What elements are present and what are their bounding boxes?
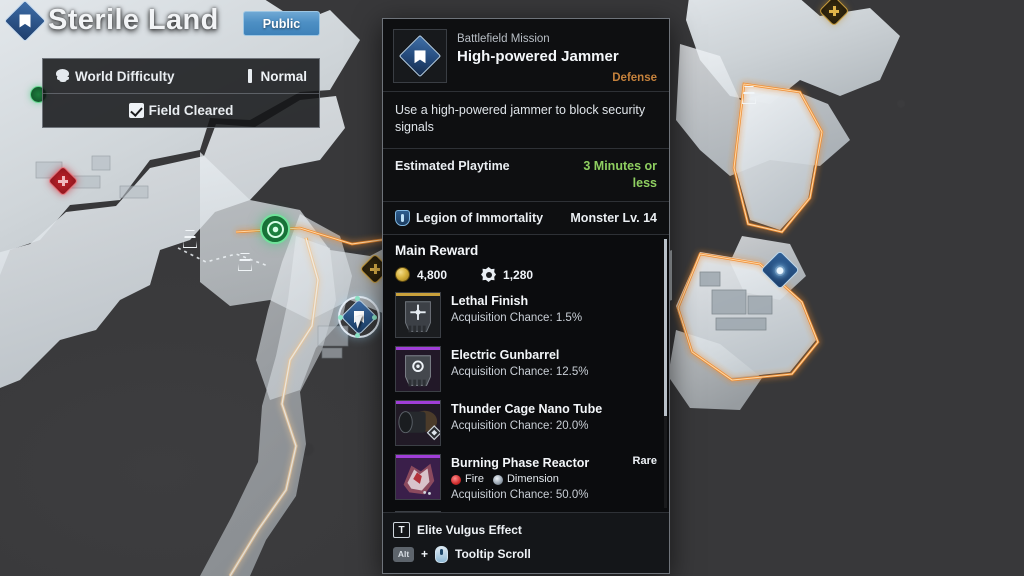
item-chance: Acquisition Chance: 50.0% (451, 489, 589, 501)
reward-item[interactable]: Burning Phase Reactor Rare Fire Dimensio… (395, 454, 657, 503)
item-chance: Acquisition Chance: 1.5% (451, 312, 583, 324)
mission-name: High-powered Jammer (457, 48, 619, 65)
element-fire: Fire (451, 472, 484, 487)
module-card-icon (396, 296, 440, 337)
footer-hint-label: Tooltip Scroll (455, 547, 531, 561)
filter-label: World Difficulty (75, 68, 175, 84)
ring-node (355, 296, 360, 301)
faction-name: Legion of Immortality (416, 211, 544, 225)
currency-rewards: 4,800 1,280 (395, 267, 657, 282)
ring-node (355, 333, 360, 338)
main-reward-title: Main Reward (395, 243, 479, 258)
mission-tooltip-panel[interactable]: Battlefield Mission High-powered Jammer … (382, 18, 670, 574)
tooltip-header: Battlefield Mission High-powered Jammer … (383, 19, 669, 92)
currency-gold: 4,800 (395, 267, 447, 282)
mouse-scroll-icon (435, 545, 449, 563)
mission-type-badge: Defense (612, 72, 657, 84)
module-card-icon (396, 350, 440, 391)
item-rarity-label: Rare (632, 455, 657, 467)
reward-item[interactable] (395, 511, 657, 512)
filter-label: Field Cleared (148, 103, 234, 118)
faction-shield-icon (395, 210, 410, 226)
footer-hint-scroll[interactable]: Alt + Tooltip Scroll (393, 542, 659, 566)
item-icon-frame (395, 346, 441, 392)
nano-tube-icon (396, 404, 440, 445)
mission-kind: Battlefield Mission (457, 33, 550, 45)
element-label: Fire (465, 473, 484, 485)
mission-description: Use a high-powered jammer to block secur… (383, 92, 669, 149)
reward-scroll-area[interactable]: Main Reward 4,800 1,280 Lethal Finish Ac… (383, 235, 669, 512)
faction-row: Legion of Immortality Monster Lv. 14 (383, 202, 669, 235)
footer-hint-label: Elite Vulgus Effect (417, 523, 522, 537)
item-chance: Acquisition Chance: 12.5% (451, 366, 589, 378)
item-name: Thunder Cage Nano Tube (451, 402, 603, 416)
element-dimension: Dimension (492, 472, 559, 487)
playtime-value: 3 Minutes or less (583, 159, 657, 190)
map-header: Sterile Land (3, 0, 219, 42)
reward-item[interactable]: Lethal Finish Acquisition Chance: 1.5% (395, 292, 657, 338)
key-t-icon: T (393, 522, 410, 538)
filter-field-cleared[interactable]: Field Cleared (43, 93, 319, 127)
ring-node (372, 315, 377, 320)
filter-value: Normal (260, 68, 307, 84)
filter-world-difficulty[interactable]: World Difficulty Normal (43, 59, 319, 93)
item-icon-frame (395, 454, 441, 500)
currency-xp: 1,280 (481, 267, 533, 282)
plus-sign: + (421, 547, 429, 561)
item-chance: Acquisition Chance: 20.0% (451, 420, 589, 432)
difficulty-gauge-icon (248, 69, 253, 83)
item-icon-frame (395, 400, 441, 446)
reward-item[interactable]: Electric Gunbarrel Acquisition Chance: 1… (395, 346, 657, 392)
key-alt-icon: Alt (393, 546, 414, 562)
map-filter-panel: World Difficulty Normal Field Cleared (42, 58, 320, 128)
item-icon-frame (395, 511, 441, 512)
playtime-label: Estimated Playtime (395, 159, 510, 173)
tooltip-scrollbar-thumb[interactable] (664, 239, 667, 417)
tooltip-footer: T Elite Vulgus Effect Alt + Tooltip Scro… (383, 512, 669, 573)
skull-icon (55, 68, 70, 84)
item-icon-frame (395, 292, 441, 338)
reactor-icon (396, 458, 440, 499)
public-session-button[interactable]: Public (243, 11, 320, 36)
item-name: Lethal Finish (451, 294, 529, 308)
item-name: Burning Phase Reactor (451, 456, 590, 470)
dimension-element-icon (492, 474, 503, 485)
mission-icon-frame (393, 29, 447, 83)
xp-token-icon (481, 267, 497, 282)
monster-level: Monster Lv. 14 (570, 211, 657, 225)
mission-diamond-icon (3, 0, 47, 42)
xp-amount: 1,280 (503, 267, 534, 282)
gold-amount: 4,800 (417, 267, 448, 282)
checkbox-checked-icon[interactable] (128, 103, 144, 118)
ring-node (338, 315, 343, 320)
estimated-playtime-row: Estimated Playtime 3 Minutes or less (383, 149, 669, 202)
gold-coin-icon (395, 267, 410, 282)
game-map-screen: Sterile Land Public World Difficulty Nor… (0, 0, 1024, 576)
item-name: Electric Gunbarrel (451, 348, 560, 362)
footer-hint-elite[interactable]: T Elite Vulgus Effect (393, 518, 659, 542)
page-title: Sterile Land (48, 4, 219, 36)
element-label: Dimension (506, 473, 559, 485)
fire-element-icon (451, 474, 461, 485)
reward-item[interactable]: Thunder Cage Nano Tube Acquisition Chanc… (395, 400, 657, 446)
map-marker-green-target[interactable] (260, 214, 290, 244)
mission-diamond-icon (398, 34, 442, 78)
item-elements: Fire Dimension (451, 472, 657, 487)
